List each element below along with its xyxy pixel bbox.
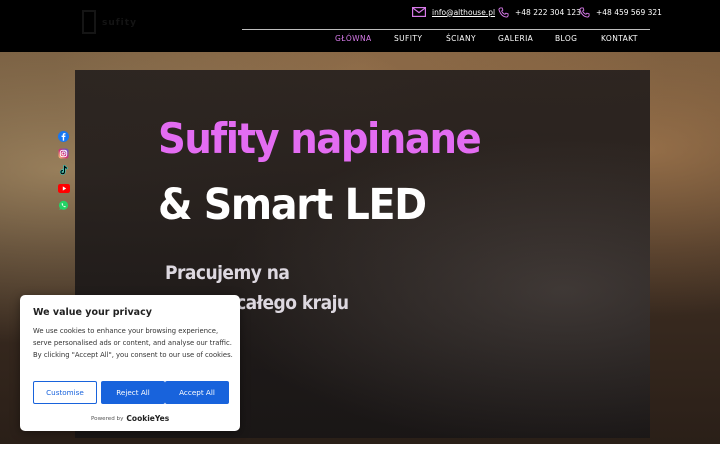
email-text: info@althouse.pl [432,7,496,17]
nav-item-blog[interactable]: BLOG [555,34,577,43]
nav-item-glowna[interactable]: GŁÓWNA [335,34,372,43]
nav-item-sciany[interactable]: ŚCIANY [446,34,476,43]
cookieyes-logo[interactable]: CookieYes [126,414,169,423]
customise-button[interactable]: Customise [33,381,97,404]
cookie-title: We value your privacy [33,307,152,318]
page-bottom-strip [0,444,720,450]
tiktok-icon[interactable] [57,164,70,176]
instagram-icon[interactable] [57,147,70,159]
phone-text-1: +48 222 304 123 [515,7,581,17]
email-link[interactable]: info@althouse.pl [412,4,495,20]
youtube-icon[interactable] [57,182,70,194]
header-divider [242,29,650,30]
cookie-description: We use cookies to enhance your browsing … [33,327,233,359]
logo-text: sufity [102,18,137,28]
whatsapp-icon[interactable] [57,199,70,211]
logo-mark [82,10,96,34]
phone-link-2[interactable]: +48 459 569 321 [579,4,662,20]
nav-item-sufity[interactable]: SUFITY [394,34,422,43]
phone-link-1[interactable]: +48 222 304 123 [498,4,581,20]
nav-item-kontakt[interactable]: KONTAKT [601,34,638,43]
cookie-consent-banner: We value your privacy We use cookies to … [20,295,240,431]
hero-subtitle-line-1: Pracujemy na [165,262,290,284]
phone-icon [498,6,509,18]
hero-title-second-line: & Smart LED [158,180,427,230]
mail-icon [412,7,426,17]
facebook-icon[interactable] [57,130,70,142]
nav-item-galeria[interactable]: GALERIA [498,34,533,43]
hero-title: Sufity napinane [158,114,482,163]
phone-text-2: +48 459 569 321 [596,7,662,17]
site-header: sufity info@althouse.pl +48 222 304 123 … [0,0,720,52]
reject-all-button[interactable]: Reject All [101,381,165,404]
accept-all-button[interactable]: Accept All [165,381,229,404]
powered-by: Powered by CookieYes [91,414,169,423]
phone-icon [579,6,590,18]
powered-by-text: Powered by [91,415,124,422]
logo[interactable]: sufity [82,6,142,40]
